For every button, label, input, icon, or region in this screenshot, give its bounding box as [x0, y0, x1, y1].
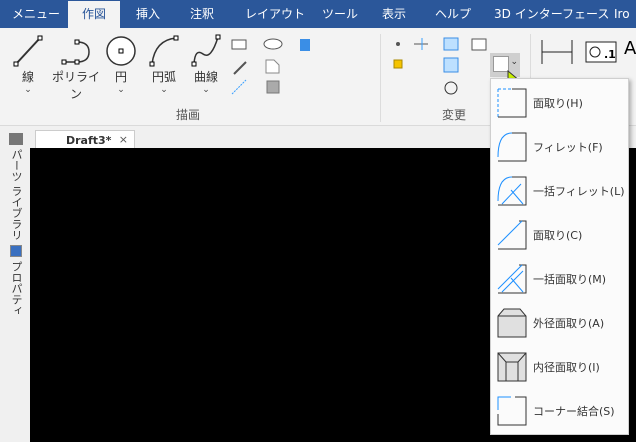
parts-library-icon	[9, 133, 23, 145]
chevron-down-icon: ⌄	[160, 85, 168, 95]
menu-item-label: 外径面取り(A)	[533, 317, 605, 330]
menu-item-fillet[interactable]: フィレット(F)	[491, 125, 628, 169]
circle-icon	[106, 36, 136, 66]
properties-tab[interactable]: プロパティ	[8, 261, 24, 316]
circle-label: 円	[114, 70, 127, 84]
fillet-icon	[497, 132, 527, 162]
svg-text:A: A	[624, 38, 636, 59]
menu-item-chamfer-h[interactable]: 面取り(H)	[491, 81, 628, 125]
inner-chamfer-icon	[497, 352, 527, 382]
arc-label: 円弧	[151, 70, 176, 84]
dimension-icons: .1 A	[541, 38, 636, 64]
polyline-label: ポリライン	[51, 70, 100, 101]
arc-icon	[149, 35, 179, 67]
tab-layout[interactable]: レイアウト	[245, 0, 305, 28]
tab-3d-interface[interactable]: 3D インターフェース	[494, 0, 609, 28]
tab-menu[interactable]: メニュー	[12, 0, 60, 28]
polyline-button[interactable]: ポリライン	[48, 34, 104, 102]
curve-icon	[191, 34, 221, 67]
batch-chamfer-icon	[497, 264, 527, 294]
chevron-down-icon: ⌄	[510, 57, 518, 67]
menu-item-label: 一括フィレット(L)	[533, 185, 625, 198]
line-label: 線	[21, 70, 34, 84]
menu-item-label: 一括面取り(M)	[533, 273, 607, 286]
divider	[380, 34, 381, 122]
menu-item-label: 内径面取り(I)	[533, 361, 600, 374]
batch-fillet-icon	[497, 176, 527, 206]
tab-draw[interactable]: 作図	[68, 1, 120, 28]
left-sidebar: パーツ ライブラリ プロパティ	[0, 127, 30, 442]
menu-item-chamfer-c[interactable]: 面取り(C)	[491, 213, 628, 257]
outer-chamfer-icon	[497, 308, 527, 338]
tab-tools[interactable]: ツール	[322, 0, 358, 28]
curve-button[interactable]: 曲線 ⌄	[188, 34, 224, 95]
menu-item-corner-join[interactable]: コーナー結合(S)	[491, 389, 628, 433]
close-icon[interactable]: ×	[119, 133, 128, 146]
curve-label: 曲線	[193, 70, 218, 84]
fillet-chamfer-dropdown: 面取り(H) フィレット(F) 一括フィレット(L) 面取り(C) 一括面取り(…	[490, 78, 629, 435]
chevron-down-icon: ⌄	[117, 85, 125, 95]
properties-icon	[10, 245, 22, 257]
menu-item-batch-fillet[interactable]: 一括フィレット(L)	[491, 169, 628, 213]
menu-item-outer-chamfer[interactable]: 外径面取り(A)	[491, 301, 628, 345]
modify-group-label: 変更	[442, 108, 467, 122]
document-title: Draft3*	[66, 134, 112, 147]
menu-item-inner-chamfer[interactable]: 内径面取り(I)	[491, 345, 628, 389]
tab-help[interactable]: ヘルプ	[435, 0, 471, 28]
line-icon	[13, 35, 43, 67]
ribbon-tabs: メニュー 作図 挿入 注釈 レイアウト ツール 表示 ヘルプ 3D インターフェ…	[0, 0, 636, 28]
menu-item-batch-chamfer[interactable]: 一括面取り(M)	[491, 257, 628, 301]
document-tab[interactable]: Draft3* ×	[35, 130, 135, 149]
draw-group-label: 描画	[176, 108, 201, 122]
tab-iro[interactable]: Iro	[614, 0, 630, 28]
chamfer-icon	[497, 88, 527, 118]
chevron-down-icon: ⌄	[202, 85, 210, 95]
menu-item-label: コーナー結合(S)	[533, 405, 615, 418]
parts-library-tab[interactable]: パーツ ライブラリ	[8, 149, 24, 241]
menu-item-label: 面取り(H)	[533, 97, 583, 110]
menu-item-label: 面取り(C)	[533, 229, 583, 242]
circle-button[interactable]: 円 ⌄	[104, 34, 138, 95]
tab-annotate[interactable]: 注釈	[190, 0, 214, 28]
tab-insert[interactable]: 挿入	[136, 0, 160, 28]
line-button[interactable]: 線 ⌄	[10, 34, 46, 95]
chamfer-line-icon	[497, 220, 527, 250]
arc-button[interactable]: 円弧 ⌄	[146, 34, 182, 95]
draw-small-tools-icon[interactable]	[230, 36, 310, 96]
menu-item-label: フィレット(F)	[533, 141, 603, 154]
corner-join-icon	[497, 396, 527, 426]
tab-view[interactable]: 表示	[382, 0, 406, 28]
chevron-down-icon: ⌄	[24, 85, 32, 95]
svg-text:.1: .1	[604, 48, 616, 61]
polyline-icon	[61, 39, 90, 65]
